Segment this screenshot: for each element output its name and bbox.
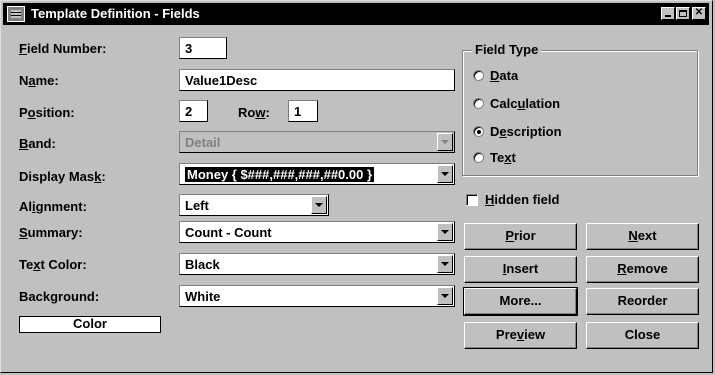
close-window-button[interactable]: ✕ <box>692 7 706 20</box>
preview-button[interactable]: Preview <box>464 322 577 349</box>
alignment-dropdown[interactable]: Left <box>179 194 329 216</box>
more-button[interactable]: More... <box>463 287 578 316</box>
close-button[interactable]: Close <box>586 322 699 349</box>
name-label: Name: <box>19 73 59 88</box>
text-color-label: Text Color: <box>19 257 87 272</box>
insert-button[interactable]: Insert <box>464 256 577 283</box>
row-input[interactable]: 1 <box>288 100 318 122</box>
position-label: Position: <box>19 105 75 120</box>
chevron-down-icon[interactable] <box>437 287 453 305</box>
maximize-button[interactable] <box>676 7 690 20</box>
radio-checked-icon[interactable] <box>473 126 484 137</box>
text-color-value: Black <box>185 257 220 272</box>
hidden-field-checkbox[interactable]: Hidden field <box>466 192 559 207</box>
window-title: Template Definition - Fields <box>31 6 200 21</box>
radio-description[interactable]: Description <box>473 124 562 139</box>
alignment-value: Left <box>185 198 209 213</box>
color-button[interactable]: Color <box>19 316 161 333</box>
name-input[interactable]: Value1Desc <box>179 69 455 91</box>
alignment-label: Alignment: <box>19 199 87 214</box>
radio-icon[interactable] <box>473 152 484 163</box>
field-number-label: Field Number: <box>19 41 107 56</box>
display-mask-value: Money { $###,###,###,##0.00 } <box>185 167 375 182</box>
radio-calculation[interactable]: Calculation <box>473 96 560 111</box>
background-dropdown[interactable]: White <box>179 285 455 307</box>
remove-button[interactable]: Remove <box>586 256 699 283</box>
field-number-input[interactable]: 3 <box>179 37 227 59</box>
app-icon[interactable] <box>7 6 25 22</box>
field-type-title: Field Type <box>472 42 542 57</box>
position-input[interactable]: 2 <box>179 100 208 122</box>
row-label: Row: <box>238 105 270 120</box>
chevron-down-icon[interactable] <box>311 196 327 214</box>
minimize-button[interactable] <box>661 7 675 20</box>
text-color-dropdown[interactable]: Black <box>179 253 455 275</box>
radio-data[interactable]: Data <box>473 68 518 83</box>
background-label: Background: <box>19 289 100 304</box>
radio-text[interactable]: Text <box>473 150 516 165</box>
summary-dropdown[interactable]: Count - Count <box>179 221 455 243</box>
radio-icon[interactable] <box>473 98 484 109</box>
background-value: White <box>185 289 221 304</box>
display-mask-dropdown[interactable]: Money { $###,###,###,##0.00 } <box>179 163 455 185</box>
reorder-button[interactable]: Reorder <box>586 288 699 315</box>
title-bar[interactable]: Template Definition - Fields ✕ <box>3 3 709 25</box>
band-dropdown[interactable]: Detail <box>179 131 455 153</box>
next-button[interactable]: Next <box>586 223 699 250</box>
summary-label: Summary: <box>19 225 83 240</box>
field-type-group: Field Type Data Calculation Description … <box>462 42 698 176</box>
checkbox-icon[interactable] <box>466 194 478 206</box>
chevron-down-icon[interactable] <box>437 223 453 241</box>
chevron-down-icon[interactable] <box>437 255 453 273</box>
chevron-down-icon[interactable] <box>437 165 453 183</box>
radio-icon[interactable] <box>473 70 484 81</box>
template-definition-window: Template Definition - Fields ✕ Field Num… <box>0 0 713 373</box>
band-label: Band: <box>19 136 56 151</box>
display-mask-label: Display Mask: <box>19 169 106 184</box>
prior-button[interactable]: Prior <box>464 223 577 250</box>
band-value: Detail <box>185 135 221 150</box>
summary-value: Count - Count <box>185 225 272 240</box>
chevron-down-icon[interactable] <box>437 133 453 151</box>
